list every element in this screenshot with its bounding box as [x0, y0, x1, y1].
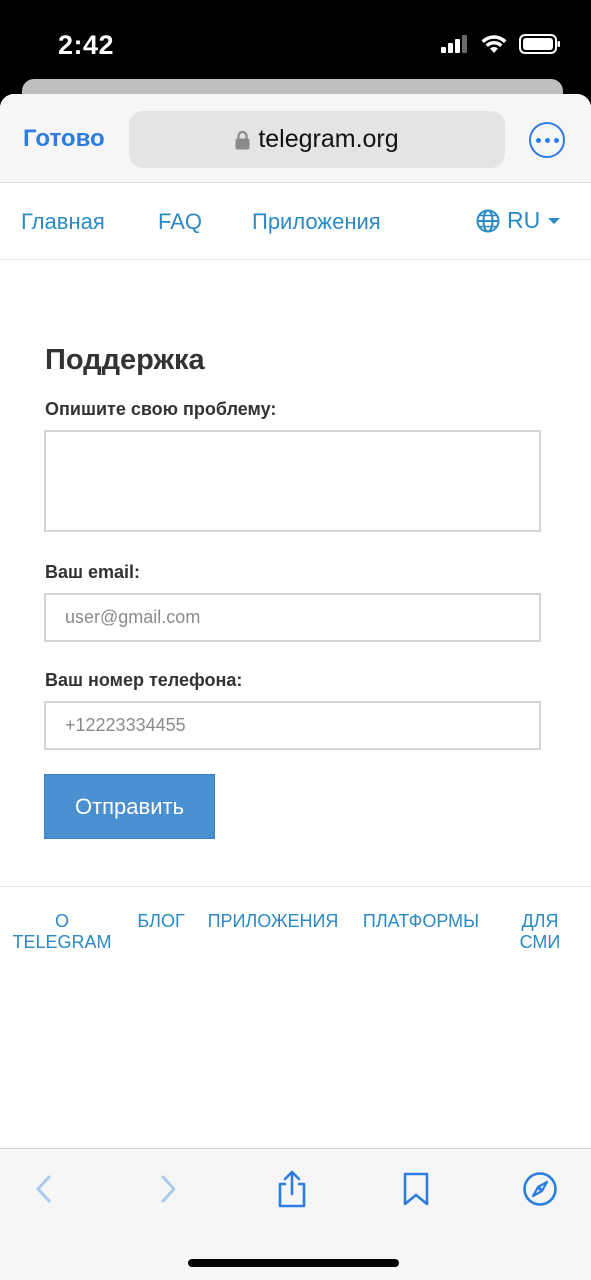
problem-textarea[interactable] [44, 430, 541, 532]
footer-about-line1: О [54, 911, 69, 931]
share-icon[interactable] [270, 1167, 314, 1211]
site-footer: О TELEGRAM БЛОГ ПРИЛОЖЕНИЯ ПЛАТФОРМЫ ДЛЯ… [0, 886, 591, 966]
footer-link-press[interactable]: ДЛЯ СМИ [512, 911, 568, 953]
submit-button[interactable]: Отправить [44, 774, 215, 839]
safari-compass-icon[interactable] [518, 1167, 562, 1211]
footer-about-line2: TELEGRAM [12, 932, 112, 952]
battery-icon [519, 34, 560, 54]
signal-icon [441, 35, 467, 53]
back-icon[interactable] [22, 1167, 66, 1211]
footer-press-line2: СМИ [519, 932, 561, 952]
email-label: Ваш email: [45, 562, 141, 582]
footer-press-line1: ДЛЯ [521, 911, 559, 931]
page-title: Поддержка [45, 344, 205, 376]
status-icons [441, 34, 561, 54]
nav-link-faq[interactable]: FAQ [158, 209, 202, 235]
wifi-icon [481, 34, 507, 53]
status-time: 2:42 [58, 30, 115, 60]
nav-link-home[interactable]: Главная [21, 209, 105, 235]
url-text: telegram.org [258, 125, 399, 153]
globe-icon [476, 209, 500, 232]
footer-link-apps[interactable]: ПРИЛОЖЕНИЯ [203, 911, 343, 932]
browser-header: Готово telegram.org [0, 94, 591, 183]
language-label: RU [507, 207, 541, 233]
footer-link-about[interactable]: О TELEGRAM [10, 911, 114, 953]
home-indicator[interactable] [188, 1259, 399, 1267]
more-icon[interactable] [529, 122, 565, 158]
nav-link-apps[interactable]: Приложения [252, 209, 381, 235]
bookmarks-icon[interactable] [394, 1167, 438, 1211]
forward-icon[interactable] [146, 1167, 190, 1211]
url-bar[interactable]: telegram.org [129, 111, 505, 168]
browser-sheet: Готово telegram.org Главная FAQ Приложен… [0, 94, 591, 1280]
done-button[interactable]: Готово [23, 125, 105, 153]
phone-label: Ваш номер телефона: [45, 670, 243, 690]
phone-field[interactable] [44, 701, 541, 750]
status-bar: 2:42 [0, 0, 591, 80]
footer-link-platforms[interactable]: ПЛАТФОРМЫ [359, 911, 483, 932]
language-selector[interactable]: RU [476, 207, 561, 234]
footer-link-blog[interactable]: БЛОГ [135, 911, 187, 932]
lock-icon [235, 130, 250, 149]
site-nav: Главная FAQ Приложения RU [0, 183, 591, 260]
caret-down-icon [548, 217, 561, 224]
problem-label: Опишите свою проблему: [45, 399, 277, 419]
email-field[interactable] [44, 593, 541, 642]
